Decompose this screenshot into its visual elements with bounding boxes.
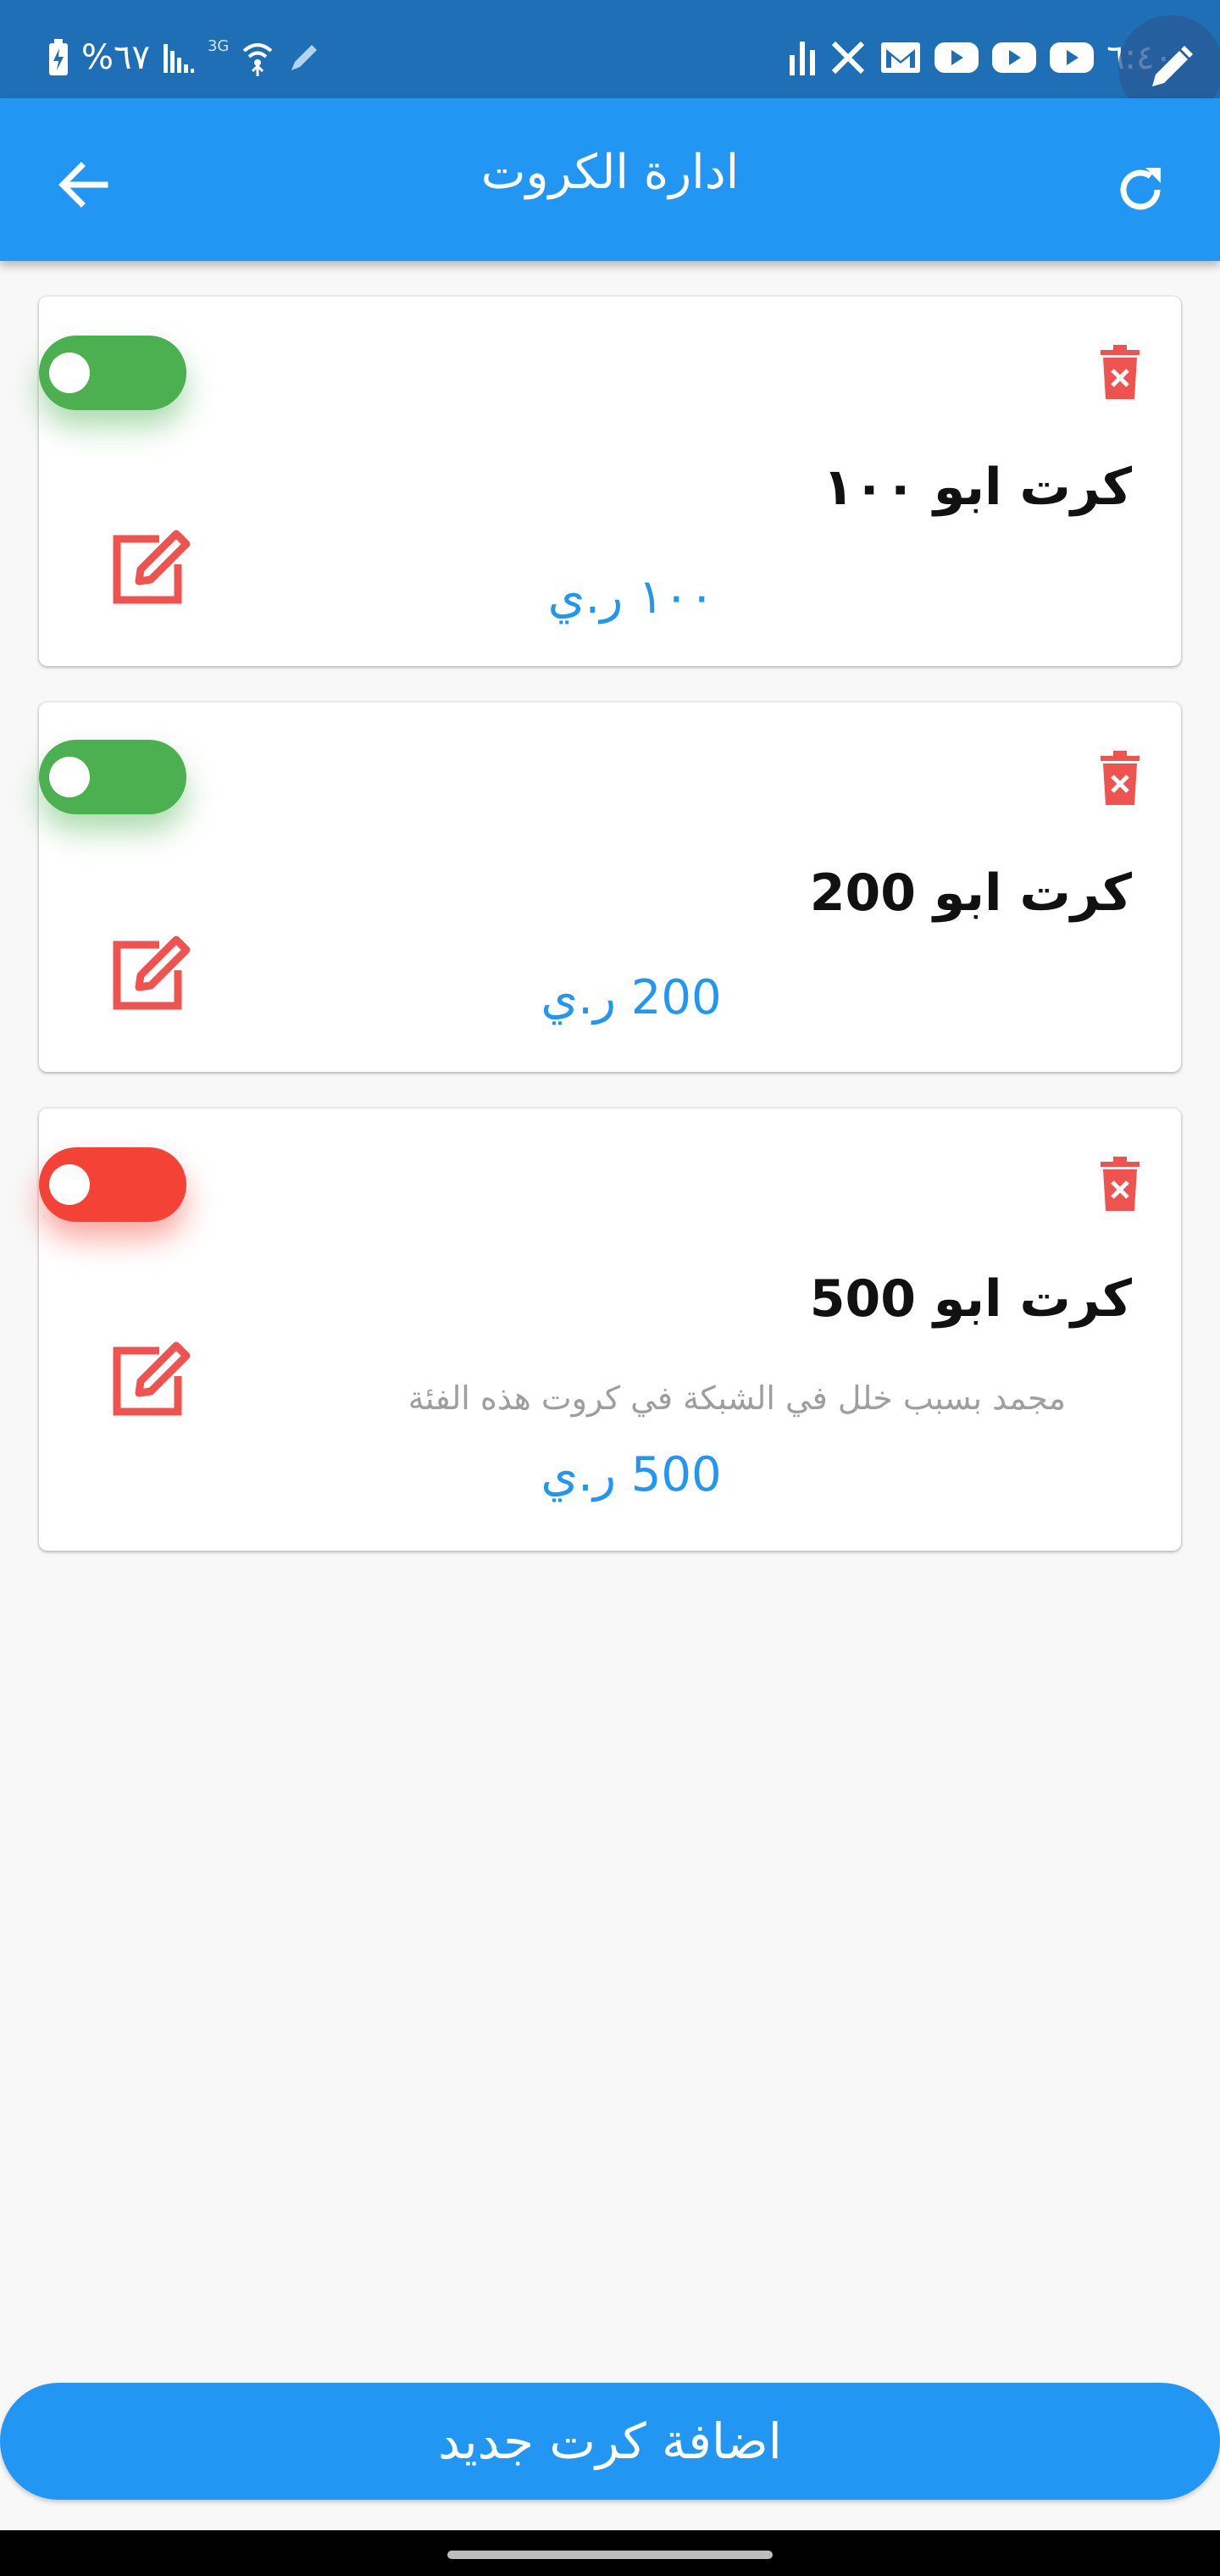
delete-button[interactable] xyxy=(1093,1154,1147,1219)
pencil-icon xyxy=(1145,42,1196,93)
add-card-button[interactable]: اضافة كرت جديد xyxy=(0,2383,1220,2500)
refresh-icon xyxy=(1113,163,1167,220)
card-title: كرت ابو 200 xyxy=(809,863,1132,923)
status-left-group: %٦٧ 3G xyxy=(47,34,322,81)
delete-button[interactable] xyxy=(1093,748,1147,813)
card-frozen-note: مجمد بسبب خلل في الشبكة في كروت هذه الفئ… xyxy=(408,1380,1066,1417)
network-type-label: 3G xyxy=(207,37,230,55)
edit-icon xyxy=(108,1339,197,1424)
youtube-icon-3 xyxy=(1049,41,1095,75)
card-price: 200 ر.ي xyxy=(541,970,722,1025)
tools-icon xyxy=(829,38,868,77)
status-right-group: ٦:٤٠ xyxy=(788,34,1173,81)
card-item: كرت ابو ١٠٠ ١٠٠ ر.ي xyxy=(39,297,1181,666)
card-title: كرت ابو 500 xyxy=(809,1269,1132,1329)
youtube-icon-1 xyxy=(934,41,979,75)
youtube-icon-2 xyxy=(991,41,1037,75)
bars-icon xyxy=(788,38,817,77)
wifi-icon xyxy=(241,37,274,78)
toggle-knob xyxy=(49,1164,90,1205)
card-item: كرت ابو 200 200 ر.ي xyxy=(39,702,1181,1072)
card-price: 500 ر.ي xyxy=(541,1447,722,1502)
toggle-knob xyxy=(49,353,90,393)
delete-button[interactable] xyxy=(1093,342,1147,407)
pencil-status-icon xyxy=(286,40,322,75)
card-enabled-toggle[interactable] xyxy=(39,336,186,410)
card-title: كرت ابو ١٠٠ xyxy=(823,458,1132,517)
trash-icon xyxy=(1099,345,1141,404)
system-nav-bar xyxy=(0,2530,1220,2576)
battery-charging-icon xyxy=(47,38,69,77)
trash-icon xyxy=(1099,1157,1141,1216)
card-enabled-toggle[interactable] xyxy=(39,1147,186,1222)
battery-percent: %٦٧ xyxy=(81,38,150,77)
app-bar: ادارة الكروت xyxy=(0,98,1220,261)
page-title: ادارة الكروت xyxy=(480,145,740,200)
home-gesture-handle[interactable] xyxy=(447,2551,773,2559)
trash-icon xyxy=(1099,751,1141,810)
gmail-icon xyxy=(879,41,922,75)
toggle-knob xyxy=(49,757,90,797)
card-price: ١٠٠ ر.ي xyxy=(547,569,715,625)
card-item: كرت ابو 500 مجمد بسبب خلل في الشبكة في ك… xyxy=(39,1108,1181,1551)
refresh-button[interactable] xyxy=(1105,156,1176,227)
signal-icon xyxy=(162,41,196,75)
edit-button[interactable] xyxy=(108,1339,197,1424)
card-enabled-toggle[interactable] xyxy=(39,740,186,814)
status-bar: %٦٧ 3G ٦:٤٠ xyxy=(0,0,1220,120)
